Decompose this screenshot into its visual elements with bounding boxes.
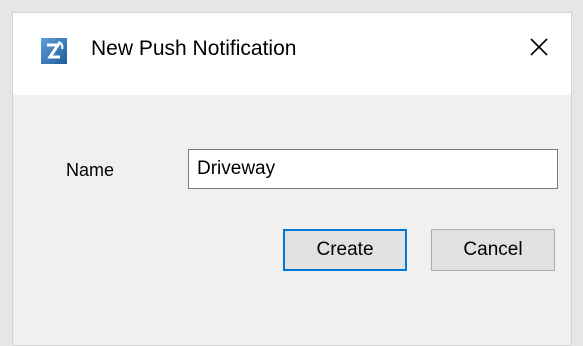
name-label: Name xyxy=(66,160,115,180)
screen-background: New Push Notification Name Create Cancel xyxy=(0,0,583,346)
close-button[interactable] xyxy=(507,13,571,85)
name-input[interactable] xyxy=(188,149,558,189)
cancel-button[interactable]: Cancel xyxy=(431,229,555,271)
dialog-title: New Push Notification xyxy=(91,37,297,60)
title-bar: New Push Notification xyxy=(13,13,571,95)
create-button[interactable]: Create xyxy=(283,229,407,271)
app-logo-icon xyxy=(40,37,68,65)
close-icon xyxy=(530,37,548,61)
new-push-notification-dialog: New Push Notification Name Create Cancel xyxy=(12,12,572,346)
right-background-edge xyxy=(572,0,583,346)
